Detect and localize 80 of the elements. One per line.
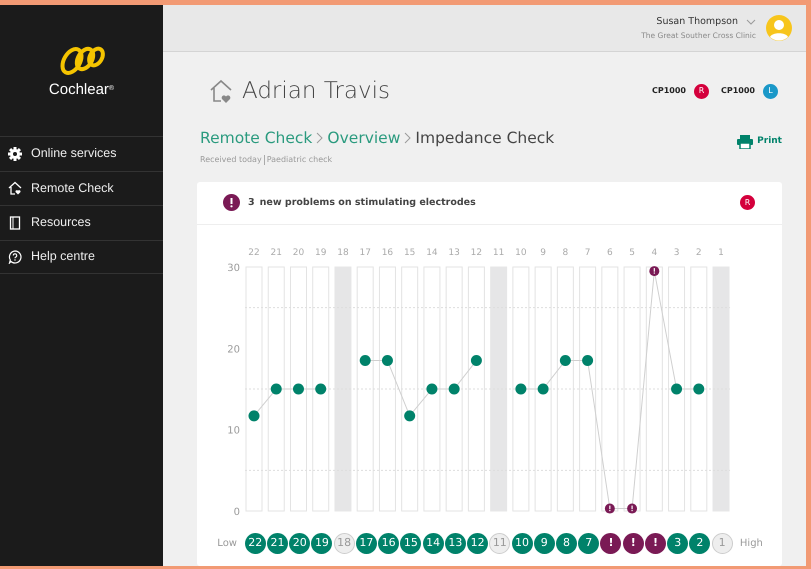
book-icon (8, 216, 22, 230)
electrode-badge[interactable]: 11 (489, 532, 510, 554)
user-name: Susan Thompson (656, 15, 738, 30)
sidebar-item[interactable]: Help centre (0, 240, 163, 274)
axis-tick-label: 30 (227, 262, 240, 274)
alert-message: 3 new problems on stimulating electrodes (248, 196, 476, 210)
electrode-badge[interactable]: 21 (266, 532, 288, 554)
axis-tick-label: 20 (227, 344, 240, 356)
electrode-number: 2 (696, 248, 702, 258)
breadcrumb-link[interactable]: Remote Check (200, 126, 312, 150)
electrode-badge[interactable]: 1 (712, 532, 733, 554)
electrode-badge[interactable]: 8 (556, 532, 578, 554)
electrode-badge[interactable]: 3 (667, 532, 688, 554)
electrode-number: 10 (515, 248, 527, 258)
electrode-number: 15 (404, 248, 416, 258)
low-label: Low (216, 536, 237, 551)
electrode-number: 12 (470, 248, 482, 258)
electrode-number: 9 (540, 248, 546, 258)
electrode-number: 22 (248, 248, 260, 258)
electrode-badge[interactable]: ! (622, 532, 644, 554)
electrode-number: 14 (426, 248, 438, 258)
avatar-icon[interactable] (766, 15, 792, 41)
electrode-badge[interactable]: 14 (422, 532, 444, 554)
side-badge: L (763, 84, 778, 99)
electrode-badge[interactable]: ! (644, 532, 666, 554)
electrode-badge[interactable]: 10 (512, 532, 533, 554)
electrode-badge[interactable]: 16 (378, 532, 400, 554)
home-heart-icon (208, 78, 234, 104)
electrode-badge[interactable]: 18 (334, 532, 355, 554)
subtitle-text: Received today (200, 154, 262, 166)
chevron-right-icon (404, 132, 412, 144)
sidebar-item[interactable]: Resources (0, 205, 163, 240)
home-icon (8, 181, 22, 196)
electrode-number: 20 (292, 248, 304, 258)
electrode-number: 3 (674, 248, 680, 258)
help-icon (8, 250, 22, 264)
electrode-number: 4 (651, 248, 658, 258)
breadcrumb-link[interactable]: Impedance Check (415, 126, 554, 150)
axis-tick-label: 0 (234, 506, 240, 518)
electrode-badge[interactable]: 17 (356, 532, 377, 554)
electrode-badge[interactable]: 20 (289, 532, 310, 554)
electrode-number: 13 (448, 248, 460, 258)
printer-icon (737, 134, 754, 148)
electrode-badge[interactable]: 9 (534, 532, 555, 554)
axis-tick-label: 10 (227, 425, 240, 436)
sidebar-item[interactable]: Online services (0, 136, 163, 170)
device-model: CP1000 (721, 85, 755, 98)
electrode-number: 18 (337, 248, 349, 258)
electrode-number: 1 (718, 248, 724, 258)
electrode-number: 6 (606, 248, 613, 258)
print-button[interactable]: Print (737, 134, 782, 148)
side-badge: R (694, 84, 709, 99)
side-badge: R (740, 195, 755, 210)
electrode-number: 16 (382, 248, 394, 258)
electrode-number: 7 (584, 248, 590, 258)
electrode-number: 11 (492, 248, 504, 258)
electrode-badge[interactable]: 7 (578, 532, 600, 554)
subtitle-text: Paediatric check (266, 154, 332, 166)
high-label: High (740, 536, 763, 551)
sidebar-item[interactable]: Remote Check (0, 170, 163, 205)
device-model: CP1000 (652, 85, 686, 98)
electrode-number: 19 (315, 248, 326, 258)
electrode-badge[interactable]: ! (600, 532, 622, 554)
electrode-badge[interactable]: 15 (400, 532, 422, 554)
settings-icon (8, 146, 22, 161)
electrode-number: 17 (359, 248, 371, 258)
chevron-down-icon[interactable] (746, 19, 756, 26)
electrode-badge[interactable]: 13 (444, 532, 466, 554)
electrode-badge[interactable]: 19 (311, 532, 332, 554)
electrode-badge[interactable]: 12 (467, 532, 488, 554)
warning-icon (223, 194, 240, 212)
electrode-badge[interactable]: 22 (244, 532, 266, 554)
electrode-number: 21 (270, 248, 282, 258)
electrode-number: 8 (562, 248, 568, 258)
breadcrumb-link[interactable]: Overview (327, 126, 400, 150)
chevron-right-icon (316, 132, 324, 144)
brand-name: Cochlear$^{®}$ (48, 80, 114, 100)
electrode-number: 5 (629, 248, 635, 258)
electrode-badge[interactable]: 2 (689, 532, 710, 554)
patient-name: Adrian Travis (242, 77, 390, 106)
